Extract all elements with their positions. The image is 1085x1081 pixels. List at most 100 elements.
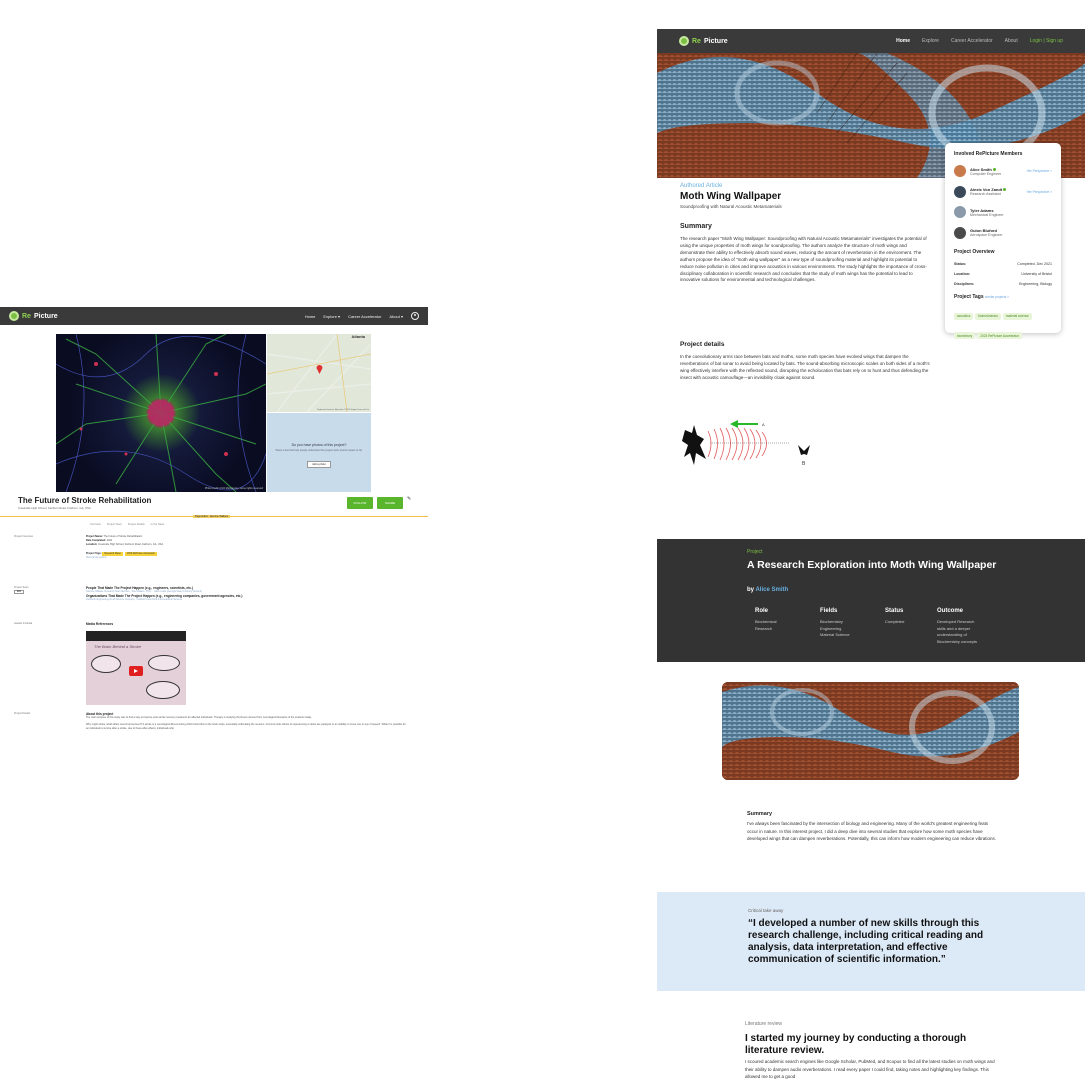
neuron-illustration bbox=[56, 334, 266, 492]
user-account-icon[interactable] bbox=[411, 312, 419, 320]
tab-in-the-news[interactable]: In the News bbox=[151, 523, 165, 526]
summary-heading: Summary bbox=[680, 223, 712, 230]
logo-icon bbox=[9, 311, 19, 321]
add-photo-panel: Do you have photos of this project? Shar… bbox=[267, 413, 371, 492]
project-tag[interactable]: biomechanics bbox=[975, 312, 1001, 320]
moth-icon bbox=[798, 445, 810, 455]
member-row[interactable]: Alice Smith Computer Engineer Her Perspect… bbox=[954, 161, 1052, 182]
nav-explore[interactable]: Explore ▾ bbox=[323, 314, 340, 319]
article-type-label: Authored Article bbox=[680, 183, 723, 189]
nav-explore[interactable]: Explore bbox=[922, 38, 939, 44]
nav-career-accelerator[interactable]: Career Accelerator bbox=[348, 314, 381, 319]
project-title: A Research Exploration into Moth Wing Wa… bbox=[747, 559, 997, 571]
repicture-logo[interactable]: Re Picture bbox=[9, 311, 58, 321]
project-col-fields: Fields Biochemistry Engineering Material S… bbox=[820, 608, 850, 637]
section-label-overview: Project Overview bbox=[14, 535, 33, 538]
add-photo-button[interactable]: Add a photo bbox=[307, 461, 331, 468]
bat-moth-sonar-diagram: A B bbox=[682, 420, 810, 467]
project-tag[interactable]: material science bbox=[1002, 312, 1032, 320]
project-tag[interactable]: 2023 RePicture Accelerator bbox=[124, 552, 157, 556]
overview-row: Location: University of Bristol bbox=[954, 272, 1052, 276]
sonar-label-a: A bbox=[762, 422, 765, 427]
project-tag[interactable]: biomimicry bbox=[954, 332, 976, 339]
avatar[interactable] bbox=[954, 165, 966, 178]
avatar[interactable] bbox=[954, 185, 966, 198]
member-info: Tyler Adams Mechanical Engineer bbox=[970, 208, 1004, 217]
article-title: Moth Wing Wallpaper bbox=[680, 191, 782, 202]
overview-body: Project Name: The Future of Stroke Rehab… bbox=[86, 535, 406, 560]
tab-overview[interactable]: Overview bbox=[90, 523, 101, 526]
literature-review-text: I scoured academic search engines like G… bbox=[745, 1059, 995, 1079]
overview-row: Disciplines: Engineering, Biology bbox=[954, 282, 1052, 286]
member-row[interactable]: Alexis Von Zandt Research Assistant Her Pe… bbox=[954, 182, 1052, 203]
map-city-label: Atlanta bbox=[351, 334, 365, 339]
team-org-links[interactable]: Fieldwork Engineering & Lab Science Comp… bbox=[86, 598, 406, 602]
perspective-link[interactable]: Her Perspective > bbox=[1027, 169, 1052, 173]
edit-team-button[interactable]: Edit bbox=[14, 590, 24, 594]
nav-about[interactable]: About ▾ bbox=[389, 314, 403, 319]
project-header-band bbox=[657, 539, 1085, 662]
video-title: The Future of Stroke Rehabilitation - Ja… bbox=[98, 632, 170, 636]
overview-heading: Project Overview bbox=[954, 249, 995, 255]
login-signup-link[interactable]: Login | Sign up bbox=[1030, 38, 1063, 44]
play-icon[interactable] bbox=[129, 666, 143, 676]
tab-project-details[interactable]: Project Details bbox=[128, 523, 145, 526]
nav-home[interactable]: Home bbox=[305, 314, 316, 319]
project-label: Project bbox=[747, 549, 763, 555]
literature-review-label: Literature review bbox=[745, 1021, 782, 1027]
member-info: Alice Smith Computer Engineer bbox=[970, 167, 1001, 176]
project-col-status: Status Completed bbox=[885, 608, 905, 624]
member-row[interactable]: Gulon Bluford Aerospace Engineer bbox=[954, 223, 1052, 244]
follow-button[interactable]: FOLLOW bbox=[347, 497, 373, 509]
avatar[interactable] bbox=[954, 206, 966, 219]
sound-waves bbox=[707, 427, 767, 461]
nav-career-accelerator[interactable]: Career Accelerator bbox=[951, 38, 993, 44]
show-all-tags-link[interactable]: Show all tag options bbox=[86, 556, 406, 560]
avatar[interactable] bbox=[954, 226, 966, 239]
details-body: About this project The main purpose of t… bbox=[86, 712, 406, 730]
section-label-team: Project Team bbox=[14, 586, 29, 589]
share-button[interactable]: SHARE bbox=[377, 497, 403, 509]
logo-icon bbox=[679, 36, 689, 46]
team-body: People That Made The Project Happen (e.g… bbox=[86, 586, 406, 602]
quote-text: “I developed a number of new skills thro… bbox=[748, 918, 984, 965]
member-row[interactable]: Tyler Adams Mechanical Engineer bbox=[954, 202, 1052, 223]
project-tag[interactable]: acoustics bbox=[954, 312, 974, 320]
member-role: Mechanical Engineer bbox=[970, 212, 1004, 217]
page-editor-badge: Page Editor: Jasmine Wallace bbox=[193, 515, 231, 518]
verified-check-icon bbox=[992, 167, 996, 171]
nav-home[interactable]: Home bbox=[896, 38, 910, 44]
page-subtitle: Creekside High School, Fairburn Road, Fa… bbox=[18, 506, 91, 510]
member-role: Research Assistant bbox=[970, 192, 1001, 197]
map-pin-icon bbox=[316, 365, 323, 374]
nav-about[interactable]: About bbox=[1005, 38, 1018, 44]
location-map[interactable]: Atlanta Keyboard shortcuts Map data ©202… bbox=[267, 334, 371, 412]
project-byline: by Alice Smith bbox=[747, 587, 789, 593]
quote-label: Critical take away bbox=[748, 908, 784, 913]
overview-row: Status: Completed, Dec 2021 bbox=[954, 262, 1052, 266]
summary-heading: Summary bbox=[747, 811, 773, 817]
members-card: Involved RePicture Members Alice Smith Co… bbox=[945, 143, 1061, 339]
tab-project-team[interactable]: Project Team bbox=[107, 523, 122, 526]
article-subtitle: Soundproofing with Natural Acoustic Meta… bbox=[680, 204, 782, 209]
video-banner: The Brain Behind a Stroke bbox=[94, 644, 141, 649]
edit-pencil-icon[interactable]: ✎ bbox=[407, 496, 411, 502]
author-link[interactable]: Alice Smith bbox=[755, 587, 788, 593]
perspective-link[interactable]: Her Perspective > bbox=[1027, 190, 1052, 194]
repicture-logo[interactable]: Re Picture bbox=[679, 36, 728, 46]
video-embed[interactable]: The Future of Stroke Rehabilitation - Ja… bbox=[86, 631, 186, 705]
photo-prompt-sub: Share a few that help people understand … bbox=[275, 449, 363, 452]
member-role: Aerospace Engineer bbox=[970, 233, 1003, 238]
similar-projects-link[interactable]: similar projects > bbox=[985, 295, 1009, 299]
photo-prompt-question: Do you have photos of this project? bbox=[291, 443, 347, 447]
top-navbar: Re Picture Home Explore Career Accelerato… bbox=[657, 29, 1085, 53]
members-heading: Involved RePicture Members bbox=[954, 151, 1023, 157]
neuron-image: Photo credit: CCO Microscopy, some right… bbox=[56, 334, 266, 492]
moth-wing-card-image bbox=[722, 682, 1019, 780]
literature-review-heading: I started my journey by conducting a tho… bbox=[745, 1033, 967, 1056]
project-col-outcome: Outcome Developed Research skills and a d… bbox=[937, 608, 978, 644]
member-info: Alexis Von Zandt Research Assistant bbox=[970, 187, 1007, 197]
member-role: Computer Engineer bbox=[970, 171, 1002, 176]
project-tag[interactable]: 2023 RePicture Accelerator bbox=[977, 332, 1023, 339]
project-details-text: In the coevolutionary arms race between … bbox=[680, 354, 930, 380]
